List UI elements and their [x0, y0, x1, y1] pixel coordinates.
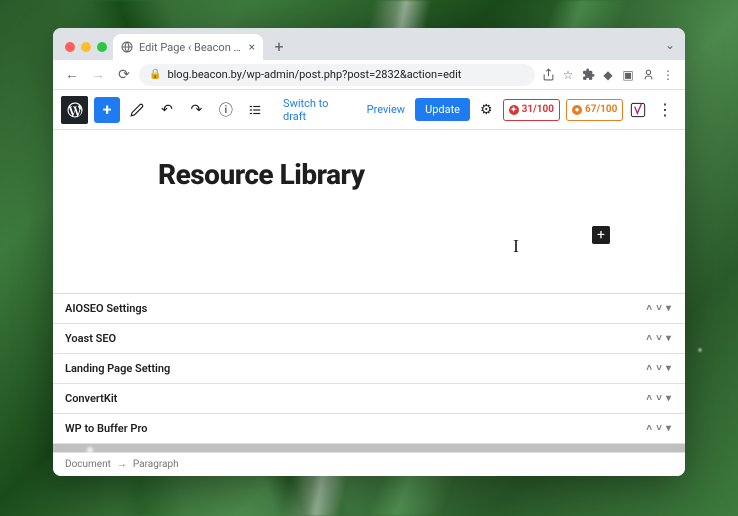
- inline-add-block-button[interactable]: +: [592, 226, 610, 244]
- seo-score-1: 31/100: [522, 104, 554, 115]
- reload-button[interactable]: ⟳: [113, 64, 135, 86]
- tab-strip: Edit Page ‹ Beacon — WordPr × + ⌄: [53, 28, 685, 60]
- share-icon[interactable]: [539, 66, 557, 84]
- close-window-button[interactable]: [65, 42, 75, 52]
- seo-indicator-icon: ✦: [509, 105, 519, 115]
- toolbar-icons: ☆ ◆ ▣ ⋮: [539, 66, 677, 84]
- undo-icon[interactable]: ↶: [155, 98, 178, 122]
- bookmark-icon[interactable]: ☆: [559, 66, 577, 84]
- move-up-icon[interactable]: ˄: [644, 333, 654, 344]
- wordpress-logo-icon[interactable]: [61, 96, 88, 124]
- profile-icon[interactable]: [639, 66, 657, 84]
- tab-list-button[interactable]: ⌄: [665, 38, 685, 60]
- metabox-label: AIOSEO Settings: [65, 302, 147, 315]
- globe-icon: [121, 41, 133, 53]
- breadcrumb-root[interactable]: Document: [65, 459, 111, 470]
- breadcrumb-current[interactable]: Paragraph: [133, 459, 179, 470]
- metabox-convertkit[interactable]: ConvertKit ˄ ˅ ▾: [53, 384, 685, 414]
- move-down-icon[interactable]: ˅: [654, 423, 664, 434]
- address-bar: ← → ⟳ 🔒 blog.beacon.by/wp-admin/post.php…: [53, 60, 685, 90]
- breadcrumb-separator-icon: →: [117, 459, 127, 470]
- redo-icon[interactable]: ↷: [185, 98, 208, 122]
- seo-score-2: 67/100: [585, 104, 617, 115]
- page-title[interactable]: Resource Library: [158, 158, 580, 191]
- info-icon[interactable]: ⓘ: [214, 98, 237, 122]
- close-tab-icon[interactable]: ×: [249, 40, 255, 54]
- block-breadcrumb: Document → Paragraph: [53, 452, 685, 476]
- seo-indicator-icon: ●: [572, 105, 582, 115]
- minimize-window-button[interactable]: [81, 42, 91, 52]
- move-down-icon[interactable]: ˅: [654, 363, 664, 374]
- metabox-label: WP to Buffer Pro: [65, 422, 147, 435]
- metabox-buffer[interactable]: WP to Buffer Pro ˄ ˅ ▾: [53, 414, 685, 444]
- add-block-button[interactable]: +: [94, 97, 119, 123]
- toggle-icon[interactable]: ▾: [664, 303, 673, 314]
- settings-gear-icon[interactable]: ⚙: [476, 102, 497, 118]
- edit-tool-icon[interactable]: [126, 98, 149, 122]
- metabox-label: Yoast SEO: [65, 332, 116, 345]
- move-up-icon[interactable]: ˄: [644, 423, 654, 434]
- resize-handle[interactable]: [53, 444, 685, 452]
- back-button[interactable]: ←: [61, 64, 83, 86]
- url-text: blog.beacon.by/wp-admin/post.php?post=28…: [167, 68, 461, 81]
- move-down-icon[interactable]: ˅: [654, 333, 664, 344]
- move-down-icon[interactable]: ˅: [654, 303, 664, 314]
- browser-window: Edit Page ‹ Beacon — WordPr × + ⌄ ← → ⟳ …: [53, 28, 685, 476]
- outline-icon[interactable]: [244, 98, 267, 122]
- lock-icon: 🔒: [149, 69, 161, 80]
- text-cursor-icon: I: [513, 236, 519, 257]
- toggle-icon[interactable]: ▾: [664, 423, 673, 434]
- forward-button[interactable]: →: [87, 64, 109, 86]
- window-controls: [61, 42, 113, 60]
- chrome-menu-icon[interactable]: ⋮: [659, 66, 677, 84]
- toggle-icon[interactable]: ▾: [664, 393, 673, 404]
- update-button[interactable]: Update: [415, 98, 470, 121]
- more-options-icon[interactable]: ⋮: [653, 100, 677, 119]
- extension-icon-3[interactable]: ▣: [619, 66, 637, 84]
- browser-tab[interactable]: Edit Page ‹ Beacon — WordPr ×: [113, 34, 263, 60]
- seo-score-badge-2[interactable]: ● 67/100: [566, 99, 623, 121]
- new-tab-button[interactable]: +: [267, 34, 291, 58]
- extension-icon[interactable]: [579, 66, 597, 84]
- maximize-window-button[interactable]: [97, 42, 107, 52]
- url-field[interactable]: 🔒 blog.beacon.by/wp-admin/post.php?post=…: [139, 64, 535, 86]
- toggle-icon[interactable]: ▾: [664, 333, 673, 344]
- tab-title: Edit Page ‹ Beacon — WordPr: [139, 41, 243, 54]
- move-up-icon[interactable]: ˄: [644, 303, 654, 314]
- move-down-icon[interactable]: ˅: [654, 393, 664, 404]
- seo-score-badge-1[interactable]: ✦ 31/100: [503, 99, 560, 121]
- metabox-area: AIOSEO Settings ˄ ˅ ▾ Yoast SEO ˄ ˅ ▾ La…: [53, 293, 685, 444]
- metabox-landing-page[interactable]: Landing Page Setting ˄ ˅ ▾: [53, 354, 685, 384]
- move-up-icon[interactable]: ˄: [644, 363, 654, 374]
- move-up-icon[interactable]: ˄: [644, 393, 654, 404]
- metabox-yoast[interactable]: Yoast SEO ˄ ˅ ▾: [53, 324, 685, 354]
- editor-toolbar: + ↶ ↷ ⓘ Switch to draft Preview Update ⚙…: [53, 90, 685, 130]
- preview-link[interactable]: Preview: [363, 103, 409, 116]
- extension-icon-2[interactable]: ◆: [599, 66, 617, 84]
- metabox-label: ConvertKit: [65, 392, 117, 405]
- switch-to-draft-link[interactable]: Switch to draft: [279, 97, 357, 123]
- metabox-label: Landing Page Setting: [65, 362, 170, 375]
- yoast-icon[interactable]: [629, 101, 647, 119]
- toggle-icon[interactable]: ▾: [664, 363, 673, 374]
- editor-canvas[interactable]: Resource Library I +: [53, 130, 685, 293]
- metabox-aioseo[interactable]: AIOSEO Settings ˄ ˅ ▾: [53, 294, 685, 324]
